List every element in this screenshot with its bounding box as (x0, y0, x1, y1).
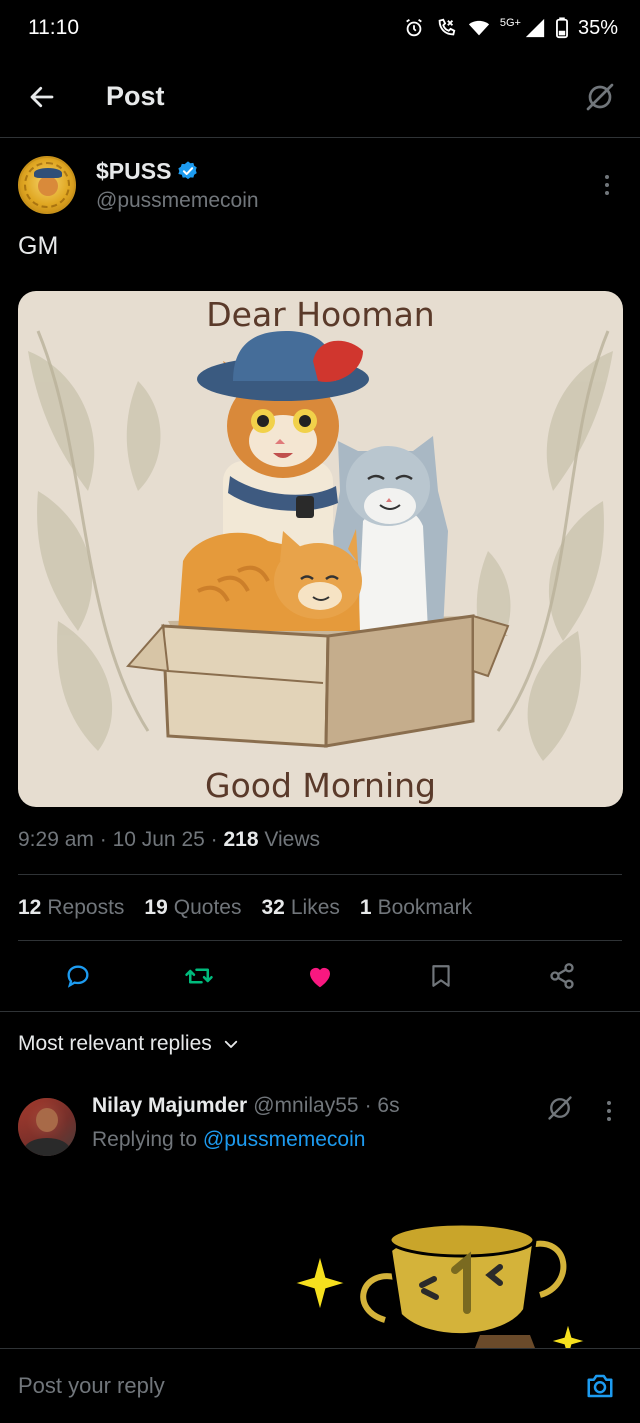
image-caption-top: Dear Hooman (206, 295, 435, 334)
heart-icon (309, 967, 330, 988)
more-vertical-icon (605, 175, 609, 195)
share-button[interactable] (532, 946, 592, 1006)
views-count: 218 (223, 828, 259, 851)
wifi-call-icon (438, 18, 456, 36)
replying-prefix: Replying to (92, 1128, 198, 1151)
reply-icon (67, 965, 89, 988)
replying-mention[interactable]: @pussmemecoin (203, 1128, 366, 1151)
post-more-button[interactable] (592, 165, 622, 205)
camera-button[interactable] (578, 1364, 622, 1408)
post-actions (0, 946, 640, 1006)
post-image[interactable]: Dear Hooman Good Morning (18, 291, 623, 807)
share-icon (549, 963, 574, 989)
battery-percent: 35% (577, 16, 618, 39)
replies-sort-label: Most relevant replies (18, 1032, 212, 1055)
divider (18, 940, 622, 941)
author-name-line: $PUSS (96, 158, 259, 185)
post-text: GM (18, 232, 59, 260)
arrow-left-icon (30, 86, 54, 107)
status-bar: 11:10 5G+ 35% (0, 0, 640, 56)
status-icons: 5G+ 35% (403, 17, 618, 40)
post-stats: 12 Reposts 19 Quotes 32 Likes 1 Bookmark (18, 896, 472, 920)
page-title: Post (106, 81, 165, 111)
chevron-down-icon (224, 1040, 237, 1048)
post-meta: 9:29 am · 10 Jun 25 · 218 Views (18, 828, 321, 851)
wifi-icon (468, 20, 489, 36)
trophy-sticker-image (291, 1222, 589, 1348)
repost-button[interactable] (169, 946, 229, 1006)
stat-bookmarks[interactable]: 1 Bookmark (360, 896, 472, 920)
author-info: $PUSS @pussmemecoin (96, 158, 259, 213)
author-avatar[interactable] (18, 156, 76, 214)
like-button[interactable] (290, 946, 350, 1006)
grok-icon (586, 83, 614, 110)
divider (18, 874, 622, 875)
camera-icon (587, 1374, 613, 1398)
more-vertical-icon (607, 1101, 611, 1121)
back-button[interactable] (12, 67, 72, 127)
stat-likes[interactable]: 32 Likes (261, 896, 339, 920)
divider (0, 1011, 640, 1012)
avatar[interactable] (18, 1098, 76, 1156)
author-name[interactable]: $PUSS (96, 158, 171, 185)
app-header: Post (0, 56, 640, 138)
grok-button[interactable] (578, 75, 622, 119)
replies-sort-dropdown[interactable]: Most relevant replies (18, 1032, 240, 1056)
verified-badge-icon[interactable] (177, 160, 199, 182)
cats-in-box-illustration (28, 330, 613, 761)
signal-icon (525, 18, 545, 38)
post-time: 9:29 am (18, 828, 94, 851)
image-caption-bottom: Good Morning (205, 766, 436, 805)
reply-author-name[interactable]: Nilay Majumder (92, 1094, 247, 1118)
views-label[interactable]: Views (264, 828, 320, 851)
reply-button[interactable] (48, 946, 108, 1006)
network-type: 5G+ (499, 17, 521, 29)
reply-more-button[interactable] (598, 1096, 620, 1126)
reply-time: · 6s (364, 1094, 400, 1117)
bookmark-icon (432, 965, 450, 987)
status-time: 11:10 (28, 16, 79, 39)
stat-reposts[interactable]: 12 Reposts (18, 896, 124, 920)
post-date: 10 Jun 25 (112, 828, 205, 851)
reply-compose-bar: Post your reply (0, 1348, 640, 1423)
reply-media[interactable] (0, 1215, 640, 1348)
battery-icon (556, 17, 568, 39)
reply-header: Nilay Majumder @mnilay55 · 6s (92, 1094, 400, 1118)
alarm-icon (406, 18, 422, 37)
author-handle[interactable]: @pussmemecoin (96, 189, 259, 213)
reply-grok-button[interactable] (546, 1094, 576, 1124)
bookmark-button[interactable] (411, 946, 471, 1006)
reply-input[interactable]: Post your reply (18, 1373, 165, 1399)
reply-author-handle[interactable]: @mnilay55 (253, 1094, 358, 1118)
post-author: $PUSS @pussmemecoin (18, 152, 622, 218)
replying-to: Replying to @pussmemecoin (92, 1128, 365, 1152)
grok-icon (548, 1096, 572, 1120)
repost-icon (185, 968, 213, 984)
stat-quotes[interactable]: 19 Quotes (144, 896, 241, 920)
